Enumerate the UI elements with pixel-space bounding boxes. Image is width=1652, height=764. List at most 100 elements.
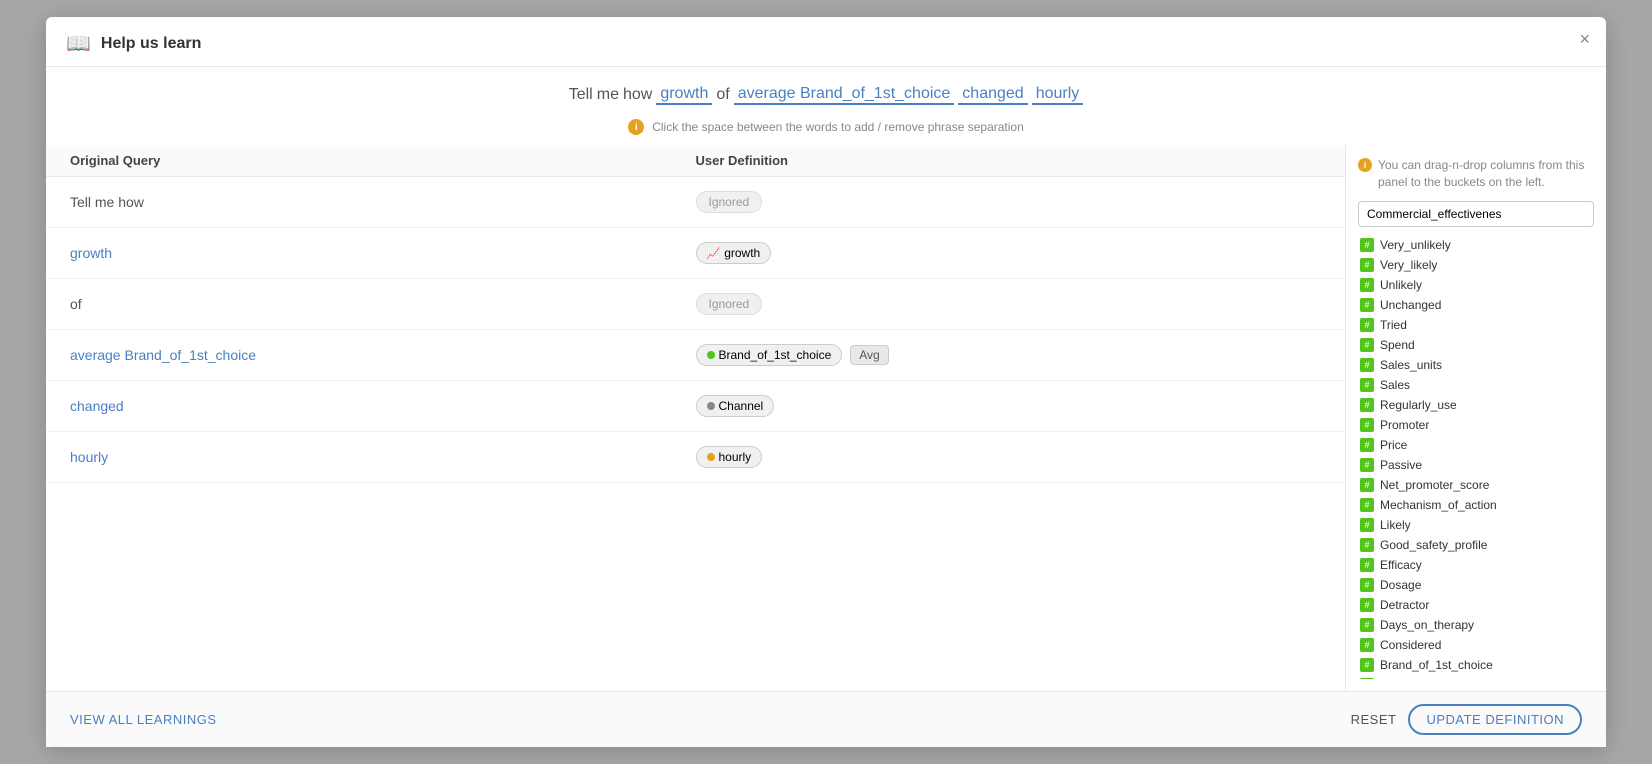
- query-chip-growth[interactable]: growth: [656, 85, 712, 105]
- table-row: Tell me how Ignored: [46, 177, 1345, 228]
- col-type-icon: #: [1360, 618, 1374, 632]
- def-tag-channel[interactable]: Channel: [696, 395, 775, 417]
- view-all-learnings-link[interactable]: VIEW ALL LEARNINGS: [70, 712, 217, 727]
- list-item[interactable]: #Price: [1358, 435, 1594, 455]
- modal-container: 📖 Help us learn × Tell me how growth of …: [46, 17, 1606, 747]
- original-text-of: of: [70, 296, 696, 312]
- column-name: Aware: [1380, 678, 1414, 679]
- query-word-me: me: [597, 86, 619, 104]
- column-search-input[interactable]: [1358, 201, 1594, 227]
- col-definition-header: User Definition: [696, 153, 1322, 168]
- table-row-brand: average Brand_of_1st_choice Brand_of_1st…: [46, 330, 1345, 381]
- panel-hint-text: You can drag-n-drop columns from this pa…: [1378, 157, 1594, 191]
- def-tag-hourly[interactable]: hourly: [696, 446, 763, 468]
- def-tag-brand[interactable]: Brand_of_1st_choice: [696, 344, 843, 366]
- col-original-header: Original Query: [70, 153, 696, 168]
- list-item[interactable]: # Passive: [1358, 455, 1594, 475]
- col-type-icon: #: [1360, 578, 1374, 592]
- list-item[interactable]: # Good_safety_profile: [1358, 535, 1594, 555]
- original-text-growth: growth: [70, 245, 696, 261]
- col-type-icon: #: [1360, 478, 1374, 492]
- col-type-icon: #: [1360, 538, 1374, 552]
- list-item[interactable]: #Brand_of_1st_choice: [1358, 655, 1594, 675]
- col-type-icon: #: [1360, 518, 1374, 532]
- col-type-icon: #: [1360, 498, 1374, 512]
- list-item[interactable]: # Days_on_therapy: [1358, 615, 1594, 635]
- list-item[interactable]: # Regularly_use: [1358, 395, 1594, 415]
- definition-cell-hourly: hourly: [696, 446, 1322, 468]
- column-name: Very_likely: [1380, 258, 1437, 272]
- query-chip-hourly[interactable]: hourly: [1032, 85, 1084, 105]
- list-item[interactable]: # Sales: [1358, 375, 1594, 395]
- col-type-icon: #: [1360, 378, 1374, 392]
- table-row-changed: changed Channel: [46, 381, 1345, 432]
- column-name: Brand_of_1st_choice: [1380, 658, 1493, 672]
- col-type-icon: #: [1360, 678, 1374, 679]
- column-name: Price: [1380, 438, 1407, 452]
- modal-overlay: 📖 Help us learn × Tell me how growth of …: [0, 0, 1652, 764]
- close-button[interactable]: ×: [1579, 29, 1590, 50]
- list-item[interactable]: #Spend: [1358, 335, 1594, 355]
- modal-body: Original Query User Definition Tell me h…: [46, 145, 1606, 691]
- col-type-icon: #: [1360, 458, 1374, 472]
- list-item[interactable]: #Very_likely: [1358, 255, 1594, 275]
- column-name: Passive: [1380, 458, 1422, 472]
- reset-button[interactable]: RESET: [1351, 712, 1397, 727]
- def-tag-label-brand: Brand_of_1st_choice: [719, 348, 832, 362]
- definition-cell-growth: 📈 growth: [696, 242, 1322, 264]
- list-item[interactable]: #Unlikely: [1358, 275, 1594, 295]
- list-item[interactable]: #Sales_units: [1358, 355, 1594, 375]
- table-row-growth: growth 📈 growth: [46, 228, 1345, 279]
- modal-title: Help us learn: [101, 35, 201, 53]
- modal-header: 📖 Help us learn ×: [46, 17, 1606, 67]
- query-word-of: of: [716, 86, 729, 104]
- list-item[interactable]: # Mechanism_of_action: [1358, 495, 1594, 515]
- column-name: Regularly_use: [1380, 398, 1457, 412]
- list-item[interactable]: #Unchanged: [1358, 295, 1594, 315]
- list-item[interactable]: #Efficacy: [1358, 555, 1594, 575]
- column-list: #Very_unlikely#Very_likely#Unlikely#Unch…: [1358, 235, 1594, 679]
- query-chip-brand[interactable]: average Brand_of_1st_choice: [734, 85, 955, 105]
- definition-cell-of: Ignored: [696, 293, 1322, 315]
- hint-bar: i Click the space between the words to a…: [46, 113, 1606, 145]
- hint-text: Click the space between the words to add…: [652, 120, 1024, 134]
- column-name: Mechanism_of_action: [1380, 498, 1497, 512]
- table-row-of: of Ignored: [46, 279, 1345, 330]
- column-name: Likely: [1380, 518, 1411, 532]
- list-item[interactable]: #Very_unlikely: [1358, 235, 1594, 255]
- book-icon: 📖: [66, 31, 91, 56]
- query-chip-changed[interactable]: changed: [958, 85, 1027, 105]
- col-type-icon: #: [1360, 398, 1374, 412]
- column-name: Detractor: [1380, 598, 1429, 612]
- update-definition-button[interactable]: UPDATE DEFINITION: [1408, 704, 1582, 735]
- original-text-hourly: hourly: [70, 449, 696, 465]
- dot-orange-hourly: [707, 453, 715, 461]
- column-name: Good_safety_profile: [1380, 538, 1487, 552]
- main-content: Original Query User Definition Tell me h…: [46, 145, 1346, 691]
- definition-cell-brand: Brand_of_1st_choice Avg: [696, 344, 1322, 366]
- column-name: Sales: [1380, 378, 1410, 392]
- column-name: Tried: [1380, 318, 1407, 332]
- footer-right: RESET UPDATE DEFINITION: [1351, 704, 1582, 735]
- list-item[interactable]: #Net_promoter_score: [1358, 475, 1594, 495]
- list-item[interactable]: # Likely: [1358, 515, 1594, 535]
- avg-badge: Avg: [850, 345, 888, 365]
- trend-icon: 📈: [707, 247, 721, 260]
- panel-hint: i You can drag-n-drop columns from this …: [1358, 157, 1594, 191]
- column-name: Unlikely: [1380, 278, 1422, 292]
- table-header: Original Query User Definition: [46, 145, 1345, 177]
- def-tag-growth[interactable]: 📈 growth: [696, 242, 772, 264]
- list-item[interactable]: #Considered: [1358, 635, 1594, 655]
- col-type-icon: #: [1360, 338, 1374, 352]
- list-item[interactable]: #Detractor: [1358, 595, 1594, 615]
- list-item[interactable]: # Dosage: [1358, 575, 1594, 595]
- list-item[interactable]: #Tried: [1358, 315, 1594, 335]
- def-tag-label-changed: Channel: [719, 399, 764, 413]
- column-name: Dosage: [1380, 578, 1421, 592]
- def-badge-ignored-1: Ignored: [696, 191, 763, 213]
- def-badge-ignored-2: Ignored: [696, 293, 763, 315]
- list-item[interactable]: #Promoter: [1358, 415, 1594, 435]
- column-name: Days_on_therapy: [1380, 618, 1474, 632]
- list-item[interactable]: # Aware: [1358, 675, 1594, 679]
- definition-cell-changed: Channel: [696, 395, 1322, 417]
